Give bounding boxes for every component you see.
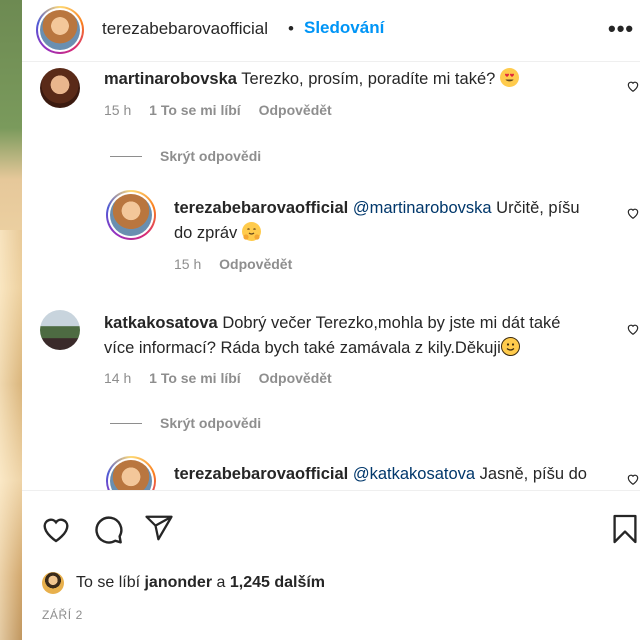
commenter-avatar[interactable] xyxy=(40,68,80,108)
comment-likes[interactable]: 1 To se mi líbí xyxy=(149,102,241,118)
comment-meta: 14 h 1 To se mi líbí Odpovědět xyxy=(104,370,332,386)
comment-text: katkakosatova Dobrý večer Terezko,mohla … xyxy=(104,311,624,361)
like-comment-icon[interactable] xyxy=(626,322,640,336)
comments-list[interactable]: martinarobovska Terezko, prosím, poradít… xyxy=(22,62,640,490)
comment-time: 14 h xyxy=(104,370,132,386)
reply-body-line1: Určitě, píšu xyxy=(496,199,580,217)
liked-by-row[interactable]: To se líbí janonder a 1,245 dalším xyxy=(42,571,325,595)
author-username[interactable]: terezabebarovaofficial xyxy=(102,19,268,39)
comment-username[interactable]: katkakosatova xyxy=(104,314,218,332)
post-side-panel: terezabebarovaofficial • Sledování ••• m… xyxy=(22,0,640,640)
like-comment-icon[interactable] xyxy=(626,472,640,486)
hide-replies-line xyxy=(110,156,142,157)
post-photo-edge xyxy=(0,0,22,640)
reply-item: terezabebarovaofficial @katkakosatova Ja… xyxy=(22,452,640,490)
comment-meta: 15 h 1 To se mi líbí Odpovědět xyxy=(104,102,332,118)
comment-body: Terezko, prosím, poradíte mi také? xyxy=(241,70,496,88)
author-avatar[interactable] xyxy=(36,6,84,54)
reply-text: terezabebarovaofficial @martinarobovska … xyxy=(174,196,604,246)
liked-by-user[interactable]: janonder xyxy=(144,574,212,592)
following-button[interactable]: Sledování xyxy=(304,18,384,38)
reply-body-line2: do zpráv xyxy=(174,224,238,242)
comment-item: martinarobovska Terezko, prosím, poradít… xyxy=(22,62,640,162)
reply-mention[interactable]: @martinarobovska xyxy=(353,199,492,217)
like-comment-icon[interactable] xyxy=(626,79,640,93)
reply-button[interactable]: Odpovědět xyxy=(219,256,292,272)
like-heart-icon[interactable] xyxy=(40,513,72,545)
comment-bubble-icon[interactable] xyxy=(92,513,124,545)
more-options-icon[interactable]: ••• xyxy=(608,16,634,42)
liked-by-others[interactable]: 1,245 dalším xyxy=(230,574,325,592)
comment-likes[interactable]: 1 To se mi líbí xyxy=(149,370,241,386)
post-date: ZÁŘÍ 2 xyxy=(42,608,83,622)
reply-meta: 15 h Odpovědět xyxy=(174,256,292,272)
reply-text: terezabebarovaofficial @katkakosatova Ja… xyxy=(174,462,614,487)
separator-dot: • xyxy=(288,19,294,38)
comment-text: martinarobovska Terezko, prosím, poradít… xyxy=(104,67,604,92)
reply-time: 15 h xyxy=(174,256,202,272)
comment-time: 15 h xyxy=(104,102,132,118)
commenter-avatar[interactable] xyxy=(40,310,80,350)
reply-author-avatar[interactable] xyxy=(106,456,156,490)
reply-item: terezabebarovaofficial @martinarobovska … xyxy=(22,184,640,284)
reply-username[interactable]: terezabebarovaofficial xyxy=(174,199,348,217)
hugging-emoji xyxy=(241,222,261,241)
share-send-icon[interactable] xyxy=(144,513,174,543)
post-header: terezabebarovaofficial • Sledování ••• xyxy=(22,0,640,62)
save-bookmark-icon[interactable] xyxy=(612,513,638,545)
reply-body: Jasně, píšu do xyxy=(479,465,587,483)
smiling-emoji xyxy=(500,337,520,356)
reply-button[interactable]: Odpovědět xyxy=(259,370,332,386)
liked-by-and: a xyxy=(216,574,226,591)
like-comment-icon[interactable] xyxy=(626,206,640,220)
post-actions: To se líbí janonder a 1,245 dalším ZÁŘÍ … xyxy=(22,490,640,640)
liked-by-prefix: To se líbí xyxy=(76,574,141,591)
comment-item: katkakosatova Dobrý večer Terezko,mohla … xyxy=(22,304,640,414)
comment-body-line2: více informací? Ráda bych také zamávala … xyxy=(104,339,501,357)
reply-author-avatar[interactable] xyxy=(106,190,156,240)
hide-replies-button[interactable]: Skrýt odpovědi xyxy=(160,148,261,164)
hide-replies-button[interactable]: Skrýt odpovědi xyxy=(160,415,261,431)
liker-avatar[interactable] xyxy=(42,572,64,594)
reply-mention[interactable]: @katkakosatova xyxy=(353,465,475,483)
reply-username[interactable]: terezabebarovaofficial xyxy=(174,465,348,483)
reply-button[interactable]: Odpovědět xyxy=(259,102,332,118)
comment-username[interactable]: martinarobovska xyxy=(104,70,237,88)
comment-body-line1: Dobrý večer Terezko,mohla by jste mi dát… xyxy=(222,314,561,332)
hide-replies-line xyxy=(110,423,142,424)
heart-eyes-emoji xyxy=(499,68,519,87)
